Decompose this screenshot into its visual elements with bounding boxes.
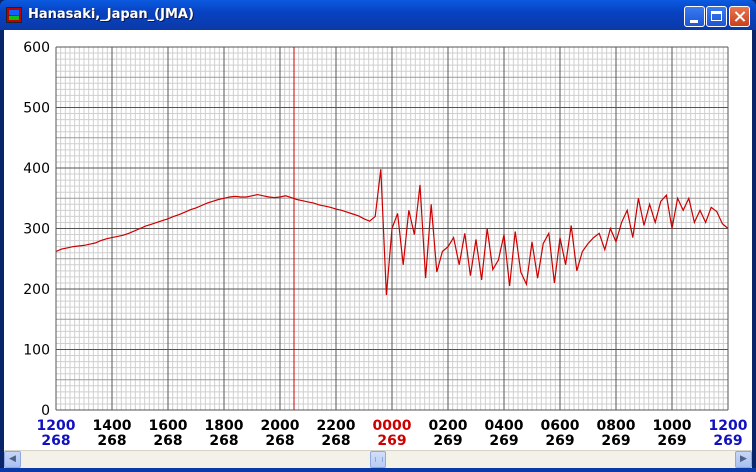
x-tick-time-label: 1200 [709, 418, 748, 434]
x-tick-day-label: 269 [601, 433, 630, 449]
y-tick-label: 400 [23, 161, 50, 177]
x-tick-day-label: 268 [321, 433, 350, 449]
window-frame-bottom [0, 468, 756, 472]
y-tick-label: 600 [23, 40, 50, 56]
x-tick-time-label: 1200 [37, 418, 76, 434]
x-tick-day-label: 269 [489, 433, 518, 449]
x-tick-time-label: 0600 [541, 418, 580, 434]
y-tick-label: 200 [23, 282, 50, 298]
x-tick-time-label: 2200 [317, 418, 356, 434]
x-tick-day-label: 269 [545, 433, 574, 449]
y-tick-label: 100 [23, 343, 50, 359]
x-tick-day-label: 268 [265, 433, 294, 449]
scroll-left-arrow-icon[interactable]: ◀ [4, 451, 21, 468]
y-tick-label: 500 [23, 101, 50, 117]
y-tick-label: 0 [41, 403, 50, 419]
x-tick-day-label: 269 [657, 433, 686, 449]
x-tick-day-label: 269 [377, 433, 406, 449]
maximize-button[interactable] [706, 6, 727, 27]
x-tick-time-label: 1600 [149, 418, 188, 434]
x-tick-day-label: 269 [713, 433, 742, 449]
horizontal-scrollbar[interactable]: ◀ ▶ [4, 450, 752, 468]
tide-chart: 0100200300400500600120026814002681600268… [23, 40, 748, 449]
scroll-right-arrow-icon[interactable]: ▶ [735, 451, 752, 468]
close-button[interactable] [729, 6, 750, 27]
x-tick-time-label: 0400 [485, 418, 524, 434]
x-tick-time-label: 1000 [653, 418, 692, 434]
x-tick-day-label: 268 [209, 433, 238, 449]
x-tick-time-label: 0000 [373, 418, 412, 434]
x-tick-time-label: 0800 [597, 418, 636, 434]
x-tick-time-label: 1400 [93, 418, 132, 434]
title-bar[interactable]: Hanasaki,_Japan_(JMA) [0, 0, 756, 30]
y-tick-label: 300 [23, 222, 50, 238]
x-tick-time-label: 2000 [261, 418, 300, 434]
x-tick-time-label: 1800 [205, 418, 244, 434]
x-tick-day-label: 268 [153, 433, 182, 449]
app-window: Hanasaki,_Japan_(JMA) 0 100 200 300 400 500 60… [0, 0, 756, 472]
scroll-thumb[interactable] [370, 451, 386, 468]
window-title: Hanasaki,_Japan_(JMA) [28, 7, 194, 22]
x-tick-day-label: 268 [41, 433, 70, 449]
app-icon[interactable] [6, 7, 22, 23]
chart-area: 0 100 200 300 400 500 600 1200 268 1400 268 1600 268… [4, 30, 752, 450]
x-tick-time-label: 0200 [429, 418, 468, 434]
x-tick-day-label: 268 [97, 433, 126, 449]
x-tick-day-label: 269 [433, 433, 462, 449]
minimize-button[interactable] [684, 6, 705, 27]
